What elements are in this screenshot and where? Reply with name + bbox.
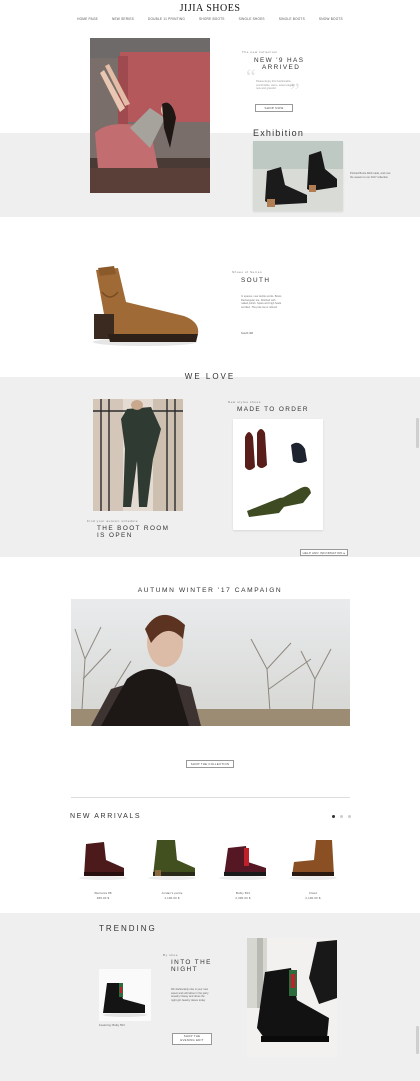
south-link[interactable]: South IIM: [241, 331, 253, 336]
we-love-band: [0, 377, 420, 557]
arrival-card-2[interactable]: Jordan's partie 1,190.00 $: [145, 836, 199, 900]
shop-collection-button[interactable]: SHOP THE COLLECTION: [186, 760, 234, 768]
hero-photo[interactable]: [90, 38, 210, 193]
south-boot-photo[interactable]: [88, 262, 203, 350]
arrival-price-2: 1,190.00 $: [164, 896, 180, 900]
south-body: In spaces, new textile works. Boots Rect…: [241, 295, 282, 310]
carousel-dots: [332, 815, 351, 818]
hero-kicker: The new collection: [242, 50, 278, 54]
exhibition-photo[interactable]: [253, 141, 343, 211]
nav-home-page[interactable]: HOME PAGE: [77, 17, 98, 21]
arrival-card-1[interactable]: Warrants 88 489.00 $: [76, 836, 130, 900]
campaign-photo[interactable]: [71, 599, 350, 726]
trending-small-photo[interactable]: [99, 969, 151, 1021]
arrival-price-3: 2,390.00 $: [235, 896, 251, 900]
arrival-image-3[interactable]: [216, 836, 270, 880]
trending-headline-line1: INTO THE: [171, 959, 212, 966]
brand-logo[interactable]: JIJIA SHOES: [0, 3, 420, 14]
trending-body: We fashionably clan is your new sweet an…: [171, 988, 209, 1003]
new-arrivals-title: NEW ARRIVALS: [70, 813, 142, 820]
arrival-price-1: 489.00 $: [96, 896, 110, 900]
arrival-image-2[interactable]: [145, 836, 199, 880]
south-title: SOUTH: [241, 277, 271, 284]
exhibition-caption: Pointed Boots Well made, and now the sea…: [350, 172, 391, 179]
exhibition-title: Exhibition: [253, 128, 305, 138]
nav-single-shoes[interactable]: SINGLE SHOES: [239, 17, 265, 21]
mto-kicker: New styles shoes: [228, 400, 261, 404]
scrollbar-thumb[interactable]: [416, 418, 419, 448]
arrival-name-1[interactable]: Warrants 88: [76, 891, 130, 895]
quote-open-icon: “: [246, 64, 256, 89]
arrival-image-1[interactable]: [76, 836, 130, 880]
arrival-name-4[interactable]: Cloud: [286, 891, 340, 895]
arrival-price-4: 2,190.00 $: [305, 896, 321, 900]
nav-new-series[interactable]: NEW SERIES: [112, 17, 134, 21]
help-information-button[interactable]: HELP AND INFORMATION ▸: [300, 549, 348, 556]
boot-room-title-line1: THE BOOT ROOM: [97, 525, 170, 532]
hero-body: Please Enjoy this Fashionable, comfortab…: [256, 80, 295, 91]
trending-kicker: By shoe: [163, 953, 179, 957]
shop-evening-edit-button[interactable]: SHOP THE EVENING EDIT: [172, 1033, 212, 1045]
boot-room-title-line2: IS OPEN: [97, 532, 133, 539]
new-arrivals-divider: [71, 797, 350, 798]
mto-title: MADE TO ORDER: [237, 406, 309, 413]
boot-room-kicker: Find your autumn schedule: [87, 519, 139, 523]
nav-snow-boots[interactable]: SNOW BOOTS: [319, 17, 343, 21]
campaign-title: AUTUMN WINTER '17 CAMPAIGN: [137, 587, 283, 594]
arrival-card-4[interactable]: Cloud 2,190.00 $: [286, 836, 340, 900]
hero-title-line2: ARRIVED: [262, 64, 301, 71]
nav-single-boots[interactable]: SINGLE BOOTS: [279, 17, 305, 21]
arrival-card-3[interactable]: Bulky 503 2,390.00 $: [216, 836, 270, 900]
arrival-image-4[interactable]: [286, 836, 340, 880]
main-nav: HOME PAGE NEW SERIES DOUBLE 11 PRINTING …: [0, 17, 420, 21]
arrival-name-3[interactable]: Bulky 503: [216, 891, 270, 895]
shop-now-button[interactable]: SHOP NOW: [255, 104, 293, 112]
we-love-title: WE LOVE: [184, 372, 236, 381]
south-kicker: Shoes of Series: [232, 270, 263, 274]
nav-double-11[interactable]: DOUBLE 11 PRINTING: [148, 17, 185, 21]
boot-room-photo[interactable]: [93, 399, 183, 511]
made-to-order-photo[interactable]: [233, 419, 323, 530]
carousel-dot-2[interactable]: [340, 815, 343, 818]
evening-button-line2: EVENING EDIT: [180, 1038, 204, 1042]
trending-large-photo[interactable]: [247, 938, 337, 1057]
trending-title: TRENDING: [99, 924, 157, 933]
trending-headline-line2: NIGHT: [171, 966, 198, 973]
carousel-dot-3[interactable]: [348, 815, 351, 818]
hero-title-line1: NEW '9 HAS: [254, 57, 305, 64]
scrollbar-thumb-bottom[interactable]: [416, 1026, 419, 1054]
carousel-dot-1[interactable]: [332, 815, 335, 818]
trending-caption: Featuring: Bulky 503: [99, 1023, 125, 1027]
arrival-name-2[interactable]: Jordan's partie: [145, 891, 199, 895]
nav-shore-boots[interactable]: SHORE BOOTS: [199, 17, 225, 21]
